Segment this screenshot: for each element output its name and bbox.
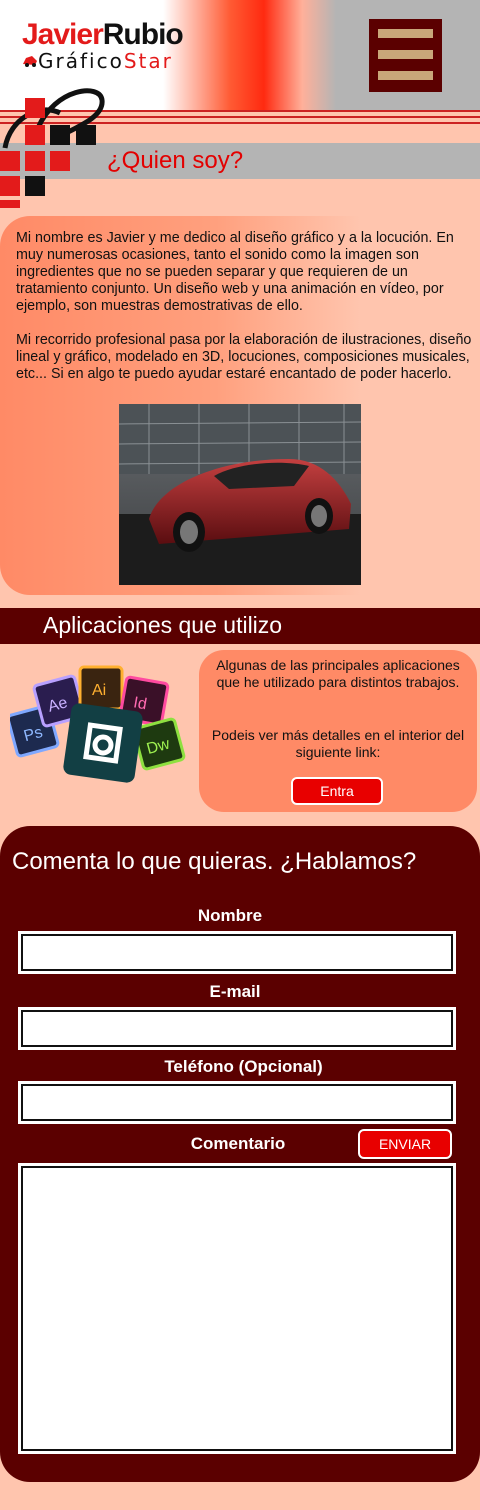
- contact-section: Comenta lo que quieras. ¿Hablamos? Nombr…: [0, 826, 480, 1482]
- about-text: Mi nombre es Javier y me dedico al diseñ…: [16, 230, 474, 400]
- hamburger-line: [378, 50, 433, 59]
- comment-textarea[interactable]: [18, 1163, 456, 1454]
- apps-text-1: Algunas de las principales aplicaciones …: [216, 657, 460, 690]
- car-render-image: [119, 404, 361, 585]
- logo-car-icon: [23, 56, 37, 67]
- illustrator-icon: Ai: [78, 665, 124, 711]
- menu-button[interactable]: [369, 19, 442, 92]
- logo-subtitle: GráficoStar: [38, 50, 173, 72]
- pixel-decoration-icon: [0, 88, 105, 208]
- name-label: Nombre: [197, 906, 263, 925]
- phone-input[interactable]: [18, 1081, 456, 1124]
- hamburger-line: [378, 71, 433, 80]
- about-paragraph-2: Mi recorrido profesional pasa por la ela…: [16, 332, 472, 382]
- contact-title: Comenta lo que quieras. ¿Hablamos?: [12, 848, 417, 875]
- logo-title: JavierRubio: [22, 18, 184, 51]
- logo-sub-first: Gráfico: [38, 49, 124, 73]
- apps-text-2: Podeis ver más detalles en el interior d…: [211, 727, 465, 760]
- email-input[interactable]: [18, 1007, 456, 1050]
- send-button[interactable]: ENVIAR: [358, 1129, 452, 1159]
- name-input[interactable]: [18, 931, 456, 974]
- logo-sub-second: Star: [123, 49, 173, 73]
- logo-name-last: Rubio: [102, 18, 184, 51]
- site-logo[interactable]: JavierRubio: [22, 18, 184, 51]
- app-icons-cluster: Ps Ae Ai Id Dw: [10, 665, 186, 783]
- apps-title-bar: Aplicaciones que utilizo: [0, 608, 480, 644]
- email-label: E-mail: [209, 982, 261, 1001]
- phone-label: Teléfono (Opcional): [164, 1057, 323, 1076]
- logo-name-first: Javier: [22, 18, 104, 51]
- about-section: Mi nombre es Javier y me dedico al diseñ…: [0, 216, 480, 595]
- about-title: ¿Quien soy?: [107, 147, 244, 174]
- 3ds-max-icon: [63, 703, 143, 783]
- about-paragraph-1: Mi nombre es Javier y me dedico al diseñ…: [16, 230, 454, 314]
- apps-title: Aplicaciones que utilizo: [43, 612, 283, 638]
- illustrator-icon-label: Ai: [92, 682, 106, 699]
- hamburger-menu-icon: [378, 29, 433, 38]
- entra-button[interactable]: Entra: [291, 777, 383, 805]
- apps-info-box: Algunas de las principales aplicaciones …: [199, 650, 477, 812]
